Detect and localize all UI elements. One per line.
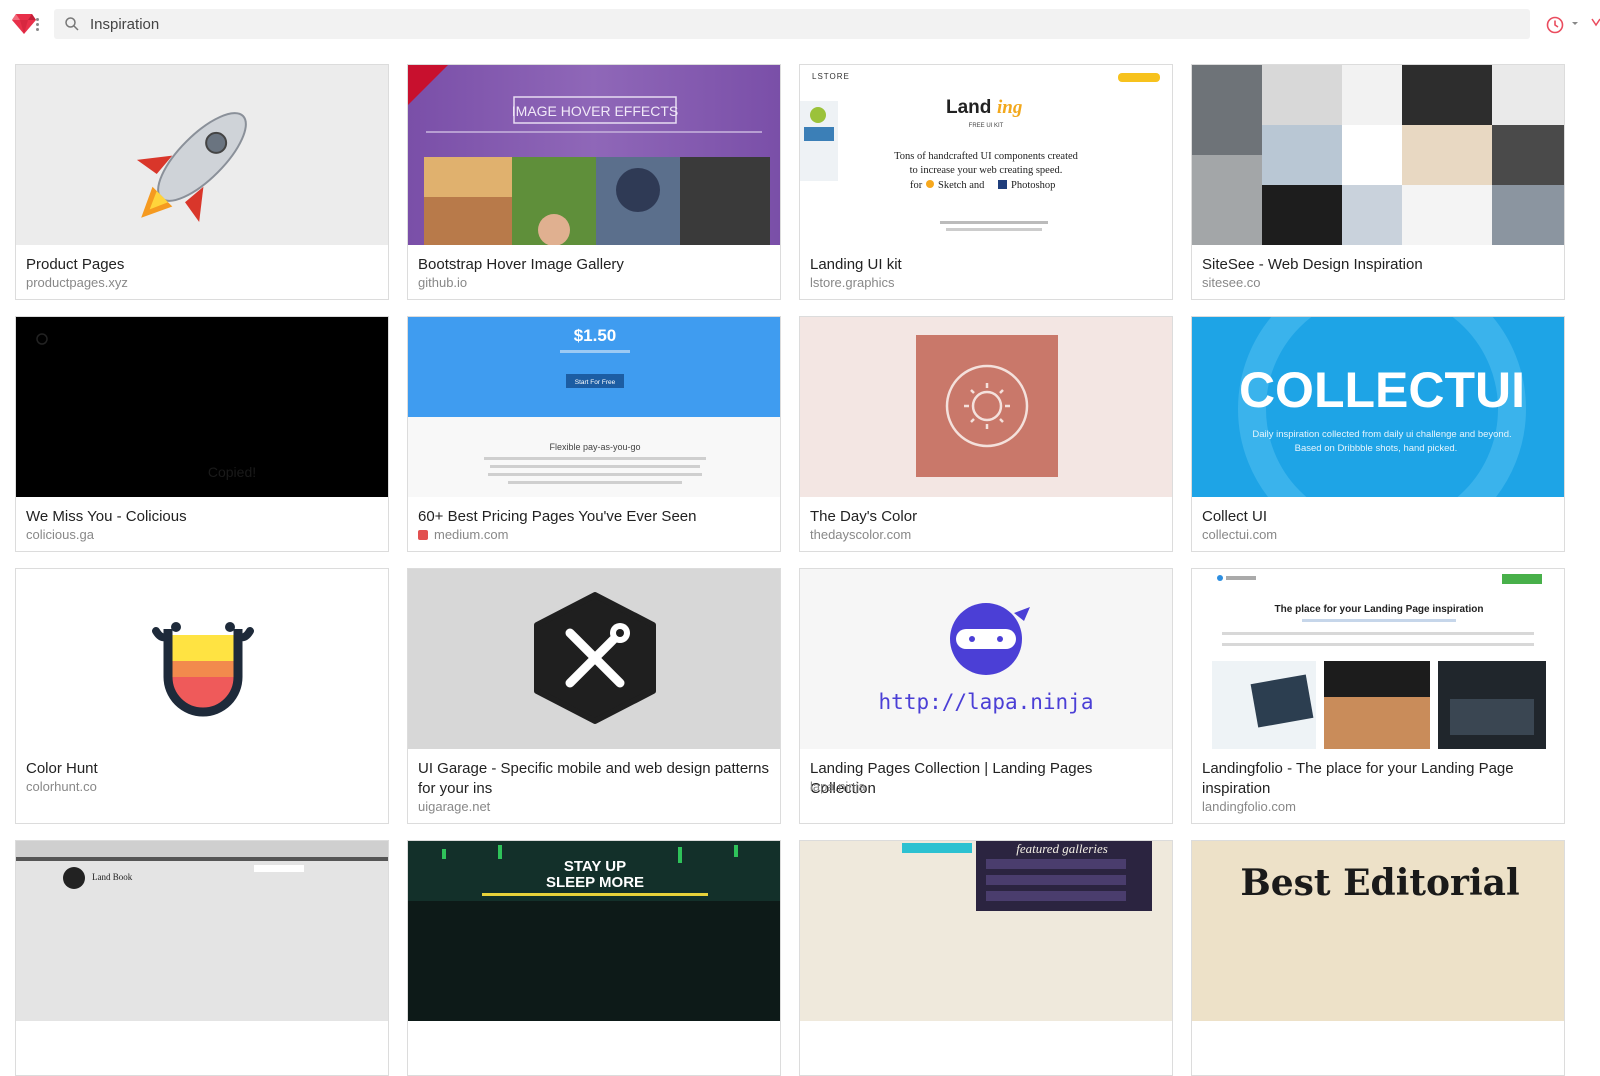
thumb-heading: Best Editorial <box>1240 862 1519 904</box>
thumb-subtitle: FREE UI KIT <box>969 123 1004 129</box>
thumb-line: Sketch and <box>938 180 985 191</box>
card-thumbnail[interactable]: IMAGE HOVER EFFECTS <box>408 65 780 245</box>
card-thumbnail[interactable]: Land Book <box>16 841 388 1021</box>
card-domain: lstore.graphics <box>810 275 895 290</box>
search-bar[interactable] <box>54 9 1530 39</box>
card-domain: colicious.ga <box>26 527 94 542</box>
thumb-logo: Land <box>946 97 991 118</box>
card-thumbnail[interactable]: Copied! <box>16 317 388 497</box>
card-title: Landingfolio - The place for your Landin… <box>1202 760 1514 797</box>
top-bar <box>0 0 1600 48</box>
search-input[interactable] <box>86 9 1490 39</box>
card-title: Collect UI <box>1202 508 1268 525</box>
card-title: Color Hunt <box>26 760 98 777</box>
thumb-price: $1.50 <box>574 326 617 345</box>
bookmark-card[interactable]: Color Hunt colorhunt.co <box>15 568 389 824</box>
card-thumbnail[interactable] <box>408 569 780 749</box>
thumb-line: SLEEP MORE <box>546 874 644 891</box>
bookmark-card[interactable]: Product Pages productpages.xyz <box>15 64 389 300</box>
card-domain: github.io <box>418 275 468 290</box>
thumb-line: Daily inspiration collected from daily u… <box>1252 429 1511 440</box>
card-thumbnail[interactable] <box>1192 65 1564 245</box>
card-domain: sitesee.co <box>1202 275 1261 290</box>
card-domain: colorhunt.co <box>26 779 97 794</box>
thumb-brand: Land Book <box>92 872 133 882</box>
card-thumbnail[interactable]: LSTORE Land ing FREE UI KIT Tons of hand… <box>800 65 1172 245</box>
card-thumbnail[interactable]: The place for your Landing Page inspirat… <box>1192 569 1564 749</box>
bookmark-card[interactable]: The Day's Color thedayscolor.com <box>799 316 1173 552</box>
card-thumbnail[interactable]: STAY UP SLEEP MORE <box>408 841 780 1021</box>
color-hunt-logo-icon <box>152 622 254 717</box>
thumb-button: Start For Free <box>575 379 616 386</box>
chevron-down-icon[interactable] <box>1570 18 1580 28</box>
card-thumbnail[interactable]: featured galleries <box>800 841 1172 1021</box>
card-domain: productpages.xyz <box>26 275 128 290</box>
bookmark-card[interactable]: SiteSee - Web Design Inspiration sitesee… <box>1191 64 1565 300</box>
bookmark-card[interactable]: Copied! We Miss You - Colicious coliciou… <box>15 316 389 552</box>
thumb-logo: COLLECTUI <box>1239 362 1525 418</box>
thumb-line: Photoshop <box>1011 180 1055 191</box>
card-domain: uigarage.net <box>418 799 491 814</box>
card-title: The Day's Color <box>810 508 918 525</box>
card-thumbnail[interactable] <box>16 65 388 245</box>
tools-icon <box>534 592 656 724</box>
search-icon <box>65 17 79 31</box>
thumb-url: http://lapa.ninja <box>879 690 1094 714</box>
bookmark-card[interactable]: UI Garage - Specific mobile and web desi… <box>407 568 781 824</box>
thumb-heading: The place for your Landing Page inspirat… <box>1275 604 1484 615</box>
thumb-line: for <box>910 180 923 191</box>
bookmark-card[interactable]: IMAGE HOVER EFFECTS Bootstrap Hover Imag… <box>407 64 781 300</box>
card-title: Bootstrap Hover Image Gallery <box>418 256 624 273</box>
card-title: SiteSee - Web Design Inspiration <box>1202 256 1423 273</box>
clock-icon[interactable] <box>1544 14 1566 36</box>
card-title: 60+ Best Pricing Pages You've Ever Seen <box>418 508 697 525</box>
card-domain-text: medium.com <box>434 527 509 542</box>
bookmark-card[interactable]: http://lapa.ninja Landing Pages Collecti… <box>799 568 1173 824</box>
card-domain: landingfolio.com <box>1202 799 1296 814</box>
card-domain: collectui.com <box>1202 527 1278 542</box>
bookmark-card[interactable]: featured galleries <box>799 840 1173 1076</box>
thumb-line: to increase your web creating speed. <box>910 165 1063 176</box>
card-title: Product Pages <box>26 256 125 273</box>
medium-favicon-icon <box>418 529 428 540</box>
thumb-line: STAY UP <box>564 858 626 875</box>
more-icon[interactable] <box>1590 16 1600 30</box>
app-menu-icon[interactable] <box>36 16 40 31</box>
thumb-heading: IMAGE HOVER EFFECTS <box>512 103 678 119</box>
thumb-heading: featured galleries <box>1016 841 1108 856</box>
rocket-icon <box>136 112 247 223</box>
card-domain: lapa.ninja <box>810 779 866 794</box>
card-title: We Miss You - Colicious <box>26 508 187 525</box>
thumb-logo-accent: ing <box>997 97 1022 118</box>
card-domain: thedayscolor.com <box>810 527 912 542</box>
card-thumbnail[interactable] <box>800 317 1172 497</box>
thumb-line: Based on Dribbble shots, hand picked. <box>1295 443 1458 454</box>
ruby-gem-icon[interactable] <box>12 12 36 34</box>
bookmark-card[interactable]: COLLECTUI Daily inspiration collected fr… <box>1191 316 1565 552</box>
thumb-brand: LSTORE <box>812 72 850 81</box>
bookmark-card[interactable]: LSTORE Land ing FREE UI KIT Tons of hand… <box>799 64 1173 300</box>
bookmark-card[interactable]: $1.50 Start For Free Flexible pay-as-you… <box>407 316 781 552</box>
thumb-line: Tons of handcrafted UI components create… <box>894 151 1079 162</box>
bookmark-card[interactable]: STAY UP SLEEP MORE <box>407 840 781 1076</box>
bookmark-card[interactable]: The place for your Landing Page inspirat… <box>1191 568 1565 824</box>
card-domain: medium.com <box>418 527 508 542</box>
card-title: Landing UI kit <box>810 256 902 273</box>
card-thumbnail[interactable]: COLLECTUI Daily inspiration collected fr… <box>1192 317 1564 497</box>
card-title: UI Garage - Specific mobile and web desi… <box>418 760 770 797</box>
card-thumbnail[interactable]: Best Editorial <box>1192 841 1564 1021</box>
bookmark-card[interactable]: Land Book <box>15 840 389 1076</box>
thumb-text: Copied! <box>208 464 256 480</box>
card-thumbnail[interactable] <box>16 569 388 749</box>
thumb-heading: Flexible pay-as-you-go <box>549 442 640 452</box>
card-thumbnail[interactable]: $1.50 Start For Free Flexible pay-as-you… <box>408 317 780 497</box>
card-thumbnail[interactable]: http://lapa.ninja <box>800 569 1172 749</box>
bookmark-card[interactable]: Best Editorial <box>1191 840 1565 1076</box>
